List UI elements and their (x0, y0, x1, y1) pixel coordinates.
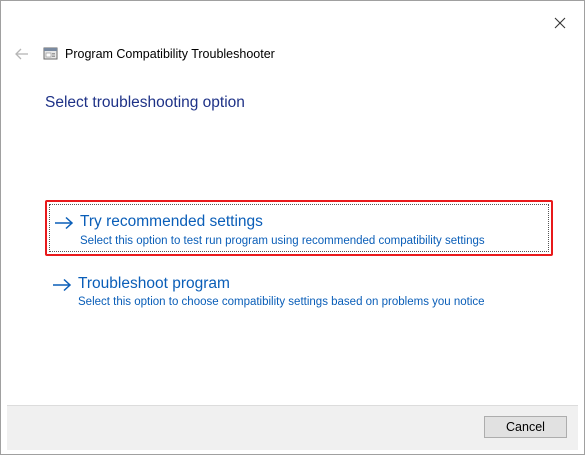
page-heading: Select troubleshooting option (45, 94, 245, 111)
footer-bar: Cancel (7, 405, 578, 450)
close-icon (554, 17, 566, 29)
option-description: Select this option to test run program u… (80, 235, 485, 247)
option-troubleshoot-program[interactable]: Troubleshoot program Select this option … (45, 268, 553, 318)
close-button[interactable] (550, 13, 570, 33)
troubleshooter-app-icon (43, 47, 58, 60)
troubleshooter-window: Program Compatibility Troubleshooter Sel… (0, 0, 585, 455)
option-title: Try recommended settings (80, 213, 263, 230)
back-button[interactable] (13, 45, 31, 63)
right-arrow-icon (55, 216, 74, 230)
option-description: Select this option to choose compatibili… (78, 296, 485, 308)
option-title: Troubleshoot program (78, 275, 230, 292)
right-arrow-icon (53, 278, 72, 292)
option-try-recommended-settings[interactable]: Try recommended settings Select this opt… (45, 200, 553, 256)
window-title: Program Compatibility Troubleshooter (65, 47, 275, 61)
window-title-row: Program Compatibility Troubleshooter (43, 45, 275, 63)
back-arrow-icon (15, 48, 28, 60)
cancel-button[interactable]: Cancel (484, 416, 567, 438)
